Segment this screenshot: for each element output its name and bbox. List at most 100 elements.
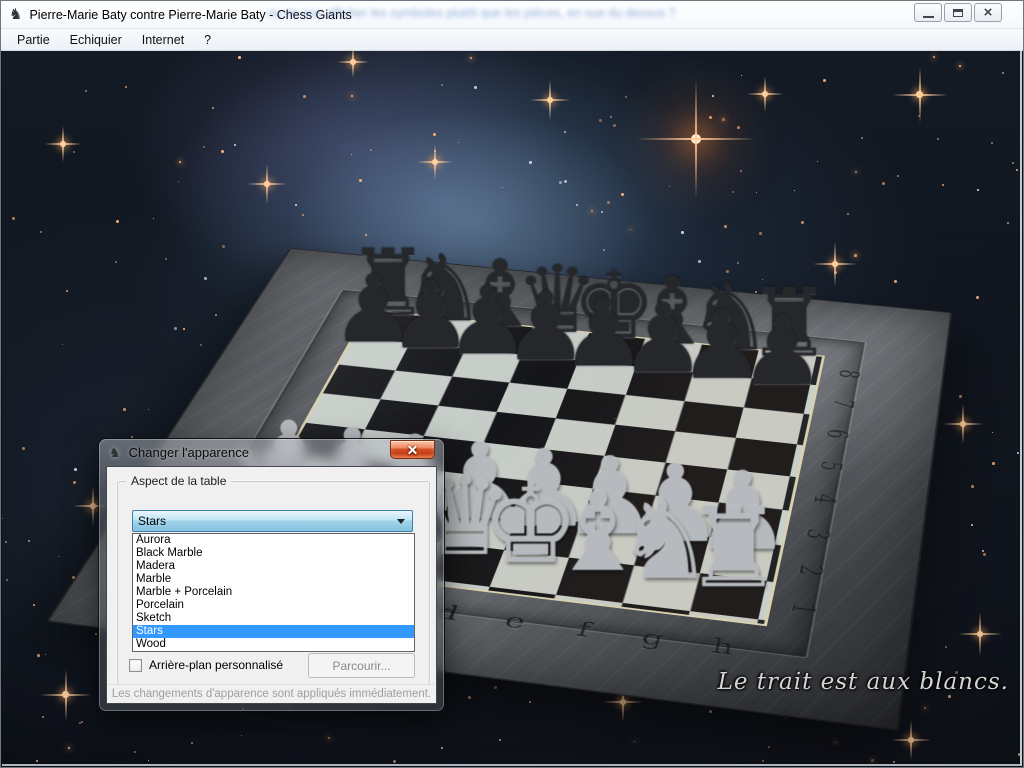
star-dot bbox=[153, 218, 154, 219]
bright-star bbox=[547, 97, 553, 103]
star-dot bbox=[861, 137, 863, 139]
star-dot bbox=[834, 271, 837, 274]
star-dot bbox=[62, 344, 63, 345]
star-dot bbox=[470, 57, 472, 59]
square-anchor: ♟ bbox=[749, 379, 816, 415]
dropdown-item-aurora[interactable]: Aurora bbox=[133, 534, 414, 547]
dropdown-item-wood[interactable]: Wood bbox=[133, 638, 414, 651]
star-dot bbox=[370, 149, 372, 151]
star-dot bbox=[924, 707, 926, 709]
star-dot bbox=[737, 126, 740, 129]
star-dot bbox=[959, 65, 961, 67]
dropdown-item-marble[interactable]: Marble bbox=[133, 573, 414, 586]
maximize-button[interactable] bbox=[944, 3, 972, 22]
star-dot bbox=[203, 146, 205, 148]
star-dot bbox=[933, 56, 935, 58]
star-dot bbox=[74, 468, 77, 471]
rank-label-6: 6 bbox=[804, 420, 870, 449]
star-dot bbox=[393, 760, 396, 763]
star-dot bbox=[359, 179, 362, 182]
menu-item-aide[interactable]: ? bbox=[194, 30, 221, 50]
file-label-f: f bbox=[545, 615, 621, 646]
star-dot bbox=[610, 116, 612, 118]
star-dot bbox=[36, 760, 38, 762]
star-dot bbox=[712, 95, 714, 97]
dropdown-item-marble-porcelain[interactable]: Marble + Porcelain bbox=[133, 586, 414, 599]
star-dot bbox=[854, 254, 857, 257]
menu-item-echiquier[interactable]: Echiquier bbox=[60, 30, 132, 50]
star-dot bbox=[458, 142, 459, 143]
star-dot bbox=[959, 395, 962, 398]
star-dot bbox=[6, 579, 8, 581]
custom-background-row: Arrière-plan personnalisé bbox=[129, 658, 283, 672]
star-dot bbox=[116, 220, 119, 223]
table-aspect-combobox[interactable]: Stars bbox=[132, 510, 413, 532]
bright-star-major bbox=[691, 134, 701, 144]
rank-label-4: 4 bbox=[790, 484, 859, 515]
star-dot bbox=[45, 654, 46, 655]
star-dot bbox=[303, 95, 306, 98]
star-dot bbox=[351, 154, 352, 155]
star-dot bbox=[621, 193, 624, 196]
star-dot bbox=[768, 746, 770, 748]
dropdown-item-porcelain[interactable]: Porcelain bbox=[133, 599, 414, 612]
piece-black-pawn[interactable]: ♟ bbox=[739, 303, 826, 400]
star-dot bbox=[977, 189, 979, 191]
star-dot bbox=[73, 151, 75, 153]
menu-item-internet[interactable]: Internet bbox=[132, 30, 194, 50]
titlebar[interactable]: ♞ Pierre-Marie Baty contre Pierre-Marie … bbox=[1, 1, 1023, 29]
star-dot bbox=[937, 138, 939, 140]
star-dot bbox=[12, 217, 15, 220]
star-dot bbox=[741, 75, 742, 76]
star-dot bbox=[191, 742, 193, 744]
bright-star bbox=[832, 261, 838, 267]
star-dot bbox=[73, 481, 76, 484]
table-aspect-dropdown-list: AuroraBlack MarbleMaderaMarbleMarble + P… bbox=[132, 533, 415, 652]
piece-white-rook[interactable]: ♜ bbox=[684, 493, 783, 603]
custom-background-checkbox[interactable] bbox=[129, 659, 142, 672]
star-dot bbox=[212, 107, 214, 109]
dropdown-item-sketch[interactable]: Sketch bbox=[133, 612, 414, 625]
star-dot bbox=[222, 245, 225, 248]
star-dot bbox=[434, 150, 436, 152]
star-dot bbox=[502, 187, 503, 188]
close-button[interactable]: × bbox=[974, 3, 1002, 22]
star-dot bbox=[178, 181, 179, 182]
dropdown-item-madera[interactable]: Madera bbox=[133, 560, 414, 573]
dialog-close-button[interactable]: ✕ bbox=[390, 440, 435, 459]
star-dot bbox=[148, 760, 149, 761]
star-dot bbox=[68, 747, 70, 749]
chevron-down-icon bbox=[397, 519, 405, 524]
menu-item-partie[interactable]: Partie bbox=[7, 30, 60, 50]
star-dot bbox=[871, 759, 874, 762]
star-dot bbox=[794, 190, 795, 191]
star-dot bbox=[709, 710, 712, 713]
file-label-g: g bbox=[615, 623, 691, 654]
minimize-button[interactable] bbox=[914, 3, 942, 22]
star-dot bbox=[948, 695, 951, 698]
knight-icon: ♞ bbox=[9, 7, 22, 22]
dropdown-item-black-marble[interactable]: Black Marble bbox=[133, 547, 414, 560]
dialog-title: Changer l'apparence bbox=[129, 445, 249, 460]
checkbox-label: Arrière-plan personnalisé bbox=[149, 658, 283, 672]
star-dot bbox=[564, 180, 567, 183]
star-dot bbox=[351, 95, 353, 97]
dropdown-item-stars[interactable]: Stars bbox=[133, 625, 414, 638]
star-dot bbox=[2, 518, 3, 519]
star-dot bbox=[115, 261, 117, 263]
star-dot bbox=[1018, 753, 1021, 756]
star-dot bbox=[992, 462, 995, 465]
bright-star bbox=[90, 503, 96, 509]
star-dot bbox=[37, 654, 40, 657]
bright-star bbox=[762, 91, 768, 97]
star-dot bbox=[1012, 162, 1014, 164]
star-dot bbox=[165, 258, 167, 260]
file-label-e: e bbox=[477, 606, 553, 637]
dialog-status-bar: Les changements d'apparence sont appliqu… bbox=[108, 684, 435, 702]
star-dot bbox=[722, 118, 725, 121]
bright-star bbox=[350, 59, 356, 65]
window-controls: × bbox=[914, 3, 1002, 22]
browse-button[interactable]: Parcourir... bbox=[308, 653, 415, 678]
star-dot bbox=[801, 221, 804, 224]
star-dot bbox=[740, 170, 742, 172]
